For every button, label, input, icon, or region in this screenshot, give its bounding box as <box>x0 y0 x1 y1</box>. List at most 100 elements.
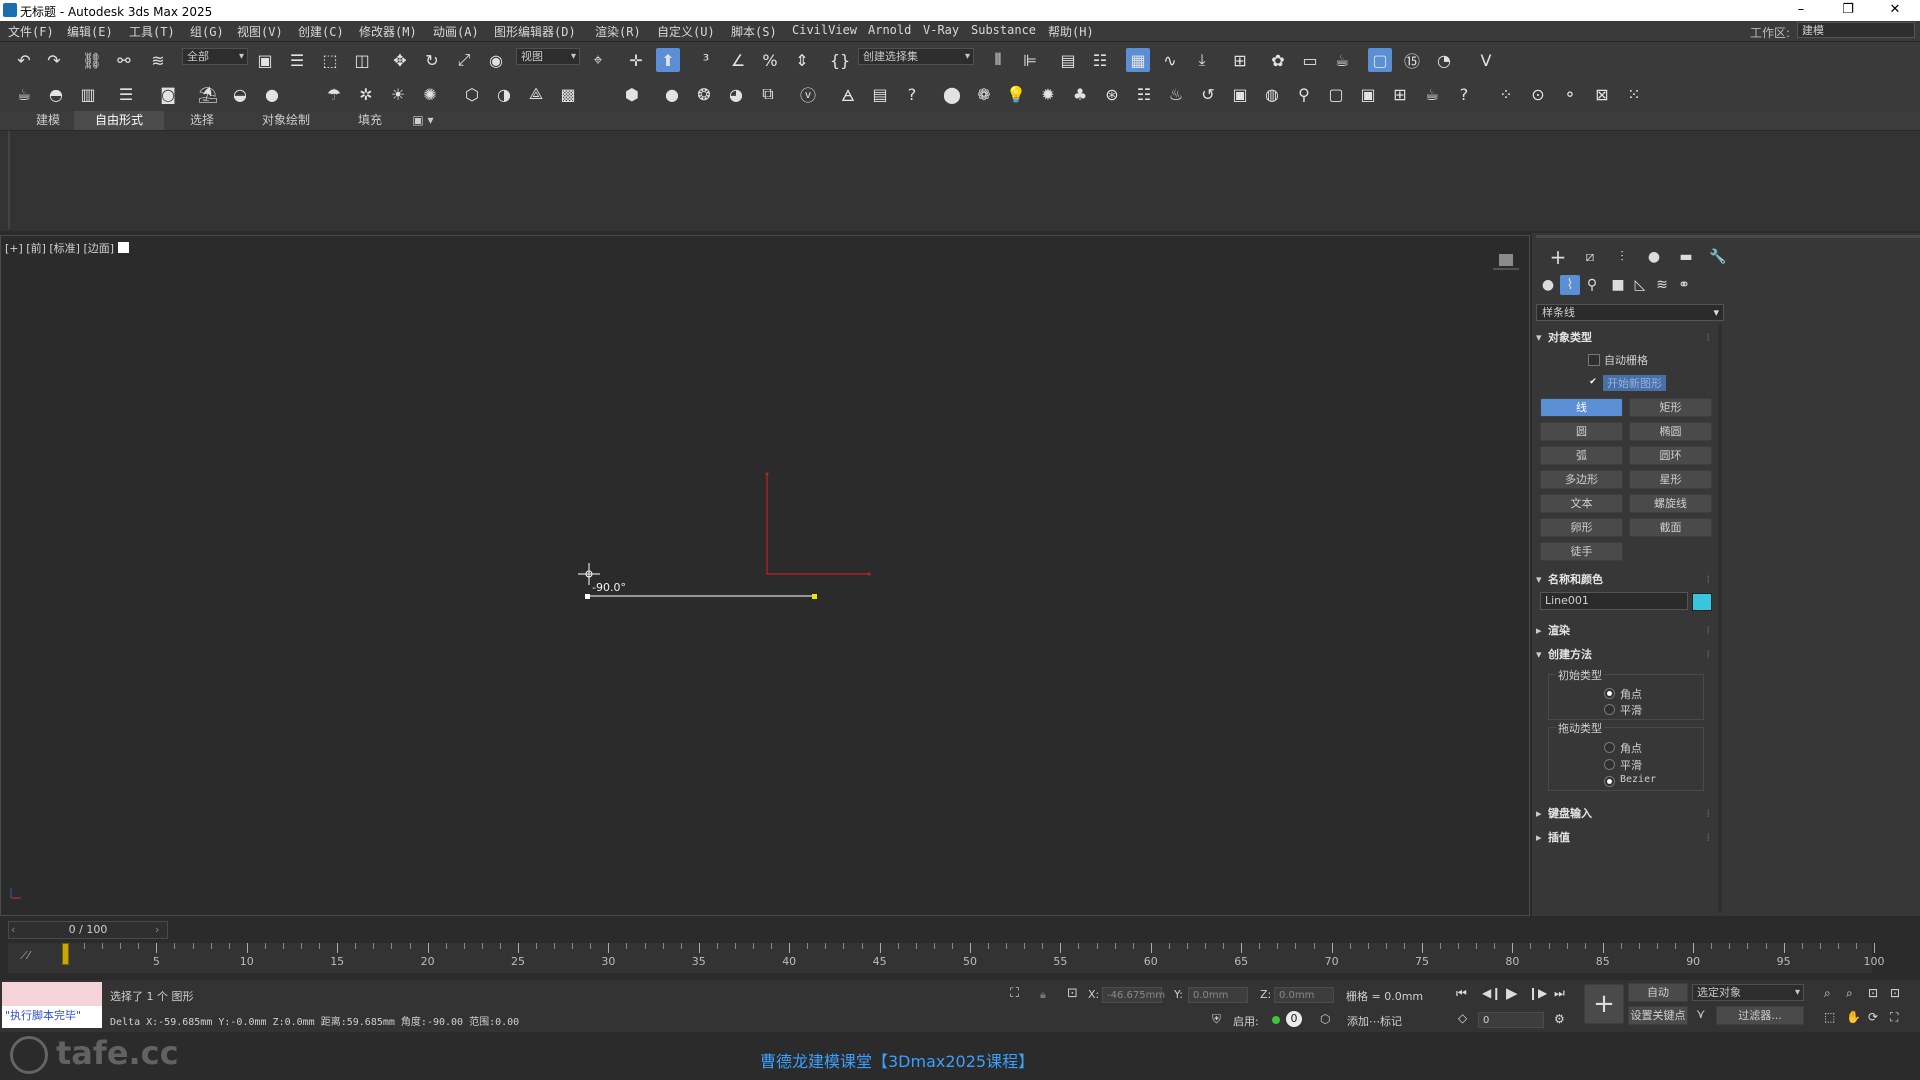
drag-smooth-radio[interactable] <box>1604 759 1615 770</box>
camera-icon[interactable]: ⬤ <box>940 82 964 106</box>
help-icon[interactable]: ? <box>900 82 924 106</box>
object-name-input[interactable]: Line001 <box>1540 592 1688 610</box>
time-slider-next-icon[interactable]: › <box>155 923 159 936</box>
menu-modifiers[interactable]: 修改器(M) <box>359 23 417 40</box>
frame-tool2-icon[interactable]: ▣ <box>1356 82 1380 106</box>
menu-vray[interactable]: V-Ray <box>923 23 959 37</box>
close-button[interactable]: ✕ <box>1872 0 1918 21</box>
zoom-all-icon[interactable]: ⌕ <box>1846 986 1853 1001</box>
scale-icon[interactable]: ⤢ <box>452 48 476 72</box>
grid-list-icon[interactable]: ☷ <box>1132 82 1156 106</box>
start-new-shape-button[interactable]: 开始新图形 <box>1603 375 1666 391</box>
zoom-extents-all-icon[interactable]: ⊡ <box>1890 986 1900 1000</box>
snap-pivot-icon[interactable]: ⚬ <box>1558 82 1582 106</box>
add-time-tag[interactable]: 添加⋯标记 <box>1347 1013 1402 1029</box>
current-frame-spinner[interactable]: 0 <box>1478 1012 1544 1028</box>
list-icon[interactable]: ▤ <box>868 82 892 106</box>
vray-camera-icon[interactable]: ◙ <box>156 82 180 106</box>
y-coordinate-field[interactable]: 0.0mm <box>1188 987 1248 1003</box>
sphere-tool-icon[interactable]: ◍ <box>1260 82 1284 106</box>
menu-arnold[interactable]: Arnold <box>868 23 911 37</box>
align-icon[interactable]: ⊫ <box>1018 48 1042 72</box>
bind-spacewarp-icon[interactable]: ≋ <box>146 48 170 72</box>
snaps-toggle-icon[interactable]: ³ <box>694 48 718 72</box>
curve-editor-icon[interactable]: ∿ <box>1158 48 1182 72</box>
rollout-interpolation[interactable]: ▸ 插值 ⁞ <box>1536 829 1720 846</box>
line-button[interactable]: 线 <box>1540 398 1623 417</box>
percent-snap-icon[interactable]: % <box>758 48 782 72</box>
key-tangent-icon[interactable]: ⋎ <box>1696 1007 1706 1022</box>
shapes-category-icon[interactable]: ⌇ <box>1560 275 1580 295</box>
vray-mesh-light-icon[interactable]: ✲ <box>354 82 378 106</box>
light-tool-icon[interactable]: ⚲ <box>1292 82 1316 106</box>
menu-group[interactable]: 组(G) <box>190 23 224 40</box>
ellipse-button[interactable]: 椭圆 <box>1629 422 1712 441</box>
shape-category-dropdown[interactable]: 样条线 <box>1536 304 1724 321</box>
start-new-shape-checkbox[interactable]: ✔ <box>1588 378 1598 388</box>
vray-material-icon[interactable]: ● <box>660 82 684 106</box>
tab-selection[interactable]: 选择 <box>172 111 232 130</box>
set-key-icon[interactable]: + <box>1584 984 1624 1024</box>
scatter-icon[interactable]: ⊛ <box>1100 82 1124 106</box>
maxscript-listener-pink[interactable] <box>2 982 102 1006</box>
menu-tools[interactable]: 工具(T) <box>129 23 175 40</box>
go-to-start-icon[interactable]: ⏮ <box>1456 986 1467 1001</box>
restore-button[interactable]: ❐ <box>1825 0 1871 21</box>
time-slider[interactable]: ‹ 0 / 100 › <box>8 921 168 939</box>
vray-multimaterial-icon[interactable]: ❂ <box>692 82 716 106</box>
vray-ies-icon[interactable]: ☂ <box>322 82 346 106</box>
freehand-button[interactable]: 徒手 <box>1540 542 1623 561</box>
absolute-mode-icon[interactable]: ⊡ <box>1067 986 1078 1001</box>
loop-icon[interactable]: ↺ <box>1196 82 1220 106</box>
vray-teapot-icon[interactable]: ◓ <box>44 82 68 106</box>
rotate-icon[interactable]: ↻ <box>420 48 444 72</box>
snap-box-icon[interactable]: ⊠ <box>1590 82 1614 106</box>
minimize-button[interactable]: – <box>1778 0 1824 21</box>
ribbon-options-dropdown[interactable]: ▣ ▾ <box>408 111 438 130</box>
select-by-name-icon[interactable]: ☰ <box>285 48 309 72</box>
next-frame-icon[interactable]: ❙▶ <box>1528 986 1547 1000</box>
reference-coordinate-dropdown[interactable]: 视图 <box>516 48 580 65</box>
arc-button[interactable]: 弧 <box>1540 446 1623 465</box>
donut-button[interactable]: 圆环 <box>1629 446 1712 465</box>
vray-sun-icon[interactable]: ☀ <box>386 82 410 106</box>
text-button[interactable]: 文本 <box>1540 494 1623 513</box>
select-manipulate-icon[interactable]: ✛ <box>624 48 648 72</box>
snap-center-icon[interactable]: ⊙ <box>1526 82 1550 106</box>
z-coordinate-field[interactable]: 0.0mm <box>1274 987 1334 1003</box>
unlink-icon[interactable]: ⚯ <box>112 48 136 72</box>
auto-key-button[interactable]: 自动 <box>1628 983 1688 1002</box>
motion-tab-icon[interactable]: ● <box>1644 247 1664 267</box>
star-button[interactable]: 星形 <box>1629 470 1712 489</box>
selection-filter-dropdown[interactable]: 全部 <box>182 48 248 65</box>
time-tag-counter[interactable]: 0 <box>1286 1011 1302 1027</box>
spline-vertex[interactable] <box>867 572 871 576</box>
lights-category-icon[interactable]: ⚲ <box>1582 275 1602 295</box>
egg-button[interactable]: 卵形 <box>1540 518 1623 537</box>
help-tool-icon[interactable]: ? <box>1452 82 1476 106</box>
select-object-icon[interactable]: ▣ <box>253 48 277 72</box>
hierarchy-tab-icon[interactable]: ⫶ <box>1612 247 1632 267</box>
current-frame-marker[interactable] <box>62 943 69 965</box>
previous-frame-icon[interactable]: ◀❙ <box>1482 986 1501 1000</box>
time-configuration-icon[interactable]: ⚙ <box>1554 1012 1565 1026</box>
rectangle-button[interactable]: 矩形 <box>1629 398 1712 417</box>
window-crossing-icon[interactable]: ◫ <box>350 48 374 72</box>
cameras-category-icon[interactable]: ■ <box>1608 275 1628 295</box>
vray-proxy-icon[interactable]: ⬡ <box>460 82 484 106</box>
rollout-object-type[interactable]: ▾ 对象类型 ⁞ <box>1536 329 1720 346</box>
teapot-tool-icon[interactable]: ☕ <box>1420 82 1444 106</box>
menu-view[interactable]: 视图(V) <box>237 23 283 40</box>
menu-substance[interactable]: Substance <box>971 23 1036 37</box>
go-to-end-icon[interactable]: ⏭ <box>1554 986 1565 1001</box>
maxscript-output[interactable]: "执行脚本完毕" <box>2 1006 102 1028</box>
menu-create[interactable]: 创建(C) <box>298 23 344 40</box>
zoom-icon[interactable]: ⌕ <box>1824 986 1831 1001</box>
redo-icon[interactable]: ↷ <box>42 48 66 72</box>
vray-mtl-convert-icon[interactable]: ⧉ <box>756 82 780 106</box>
angle-snap-icon[interactable]: ∠ <box>726 48 750 72</box>
time-tag-icon[interactable]: ⬡ <box>1320 1012 1330 1026</box>
play-icon[interactable]: ▶ <box>1506 984 1518 1002</box>
multicam-icon[interactable]: ❁ <box>972 82 996 106</box>
vray-volume-icon[interactable]: ⬢ <box>620 82 644 106</box>
